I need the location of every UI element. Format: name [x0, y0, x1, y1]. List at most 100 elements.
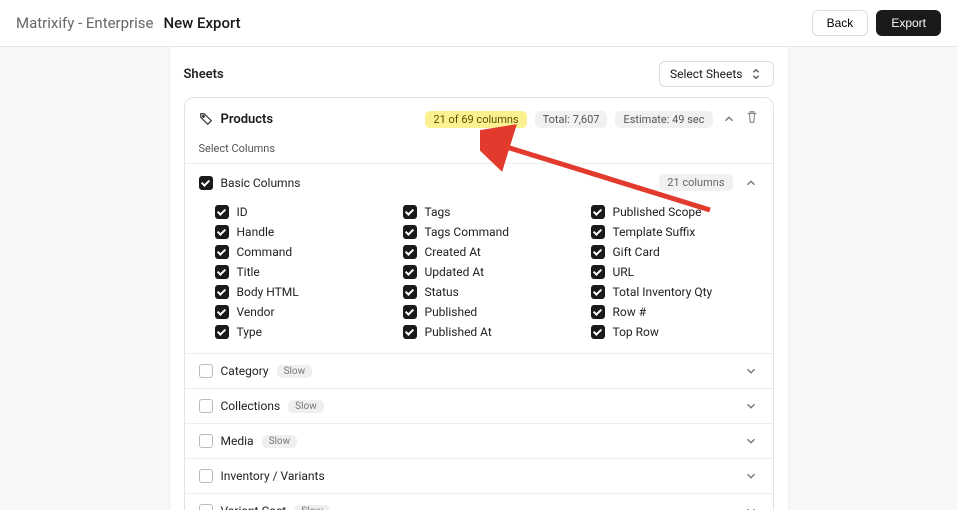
column-checkbox[interactable]: [591, 245, 605, 259]
column-label: ID: [237, 205, 248, 219]
total-badge: Total: 7,607: [535, 111, 608, 128]
section-expand[interactable]: [743, 504, 759, 510]
column-checkbox[interactable]: [403, 305, 417, 319]
top-bar: Matrixify - Enterprise New Export Back E…: [0, 0, 957, 47]
basic-columns-title: Basic Columns: [221, 176, 301, 190]
column-label: Title: [237, 265, 260, 279]
section-checkbox[interactable]: [199, 504, 213, 510]
column-label: Gift Card: [613, 245, 660, 259]
column-item[interactable]: URL: [591, 265, 759, 279]
column-checkbox[interactable]: [215, 285, 229, 299]
trash-icon: [745, 110, 759, 124]
column-item[interactable]: Status: [403, 285, 571, 299]
delete-sheet-button[interactable]: [745, 110, 759, 128]
column-label: Handle: [237, 225, 275, 239]
column-item[interactable]: Tags: [403, 205, 571, 219]
basic-columns-collapse[interactable]: [743, 176, 759, 190]
column-item[interactable]: Created At: [403, 245, 571, 259]
chevron-down-icon: [744, 434, 758, 448]
section-title: Variant Cost: [221, 504, 287, 510]
column-checkbox[interactable]: [215, 245, 229, 259]
column-item[interactable]: Body HTML: [215, 285, 383, 299]
export-button[interactable]: Export: [876, 10, 941, 36]
sheets-title: Sheets: [184, 67, 224, 82]
column-item[interactable]: Row #: [591, 305, 759, 319]
chevron-up-icon: [722, 112, 736, 126]
column-item[interactable]: Gift Card: [591, 245, 759, 259]
section-checkbox[interactable]: [199, 434, 213, 448]
column-checkbox[interactable]: [591, 285, 605, 299]
section-row[interactable]: Variant CostSlow: [185, 493, 773, 510]
section-checkbox[interactable]: [199, 399, 213, 413]
column-checkbox[interactable]: [403, 265, 417, 279]
column-checkbox[interactable]: [403, 245, 417, 259]
columns-count-badge: 21 of 69 columns: [425, 111, 526, 128]
section-expand[interactable]: [743, 469, 759, 483]
section-checkbox[interactable]: [199, 364, 213, 378]
section-title: Inventory / Variants: [221, 469, 325, 483]
column-item[interactable]: Published At: [403, 325, 571, 339]
basic-columns-section-header[interactable]: Basic Columns 21 columns: [185, 163, 773, 201]
column-item[interactable]: Type: [215, 325, 383, 339]
section-title: Category: [221, 364, 269, 378]
column-checkbox[interactable]: [591, 325, 605, 339]
column-item[interactable]: ID: [215, 205, 383, 219]
section-expand[interactable]: [743, 364, 759, 378]
section-row[interactable]: MediaSlow: [185, 423, 773, 458]
column-label: Tags Command: [425, 225, 510, 239]
column-item[interactable]: Template Suffix: [591, 225, 759, 239]
tag-icon: [199, 112, 213, 126]
select-sheets-button[interactable]: Select Sheets: [659, 61, 774, 87]
column-item[interactable]: Command: [215, 245, 383, 259]
column-item[interactable]: Total Inventory Qty: [591, 285, 759, 299]
slow-badge: Slow: [277, 365, 313, 378]
column-item[interactable]: Published Scope: [591, 205, 759, 219]
column-label: Command: [237, 245, 293, 259]
column-item[interactable]: Top Row: [591, 325, 759, 339]
column-label: Template Suffix: [613, 225, 696, 239]
column-label: URL: [613, 265, 635, 279]
section-expand[interactable]: [743, 434, 759, 448]
column-checkbox[interactable]: [215, 225, 229, 239]
page-title: New Export: [163, 14, 240, 32]
column-label: Created At: [425, 245, 481, 259]
column-checkbox[interactable]: [591, 205, 605, 219]
basic-columns-grid: ID Tags Published Scope Handle Tags Command T…: [185, 201, 773, 353]
section-row[interactable]: Inventory / Variants: [185, 458, 773, 493]
column-item[interactable]: Tags Command: [403, 225, 571, 239]
column-checkbox[interactable]: [403, 225, 417, 239]
column-item[interactable]: Published: [403, 305, 571, 319]
column-label: Type: [237, 325, 263, 339]
section-row[interactable]: CollectionsSlow: [185, 388, 773, 423]
column-checkbox[interactable]: [403, 205, 417, 219]
column-checkbox[interactable]: [403, 285, 417, 299]
basic-columns-count: 21 columns: [659, 174, 732, 191]
column-checkbox[interactable]: [591, 225, 605, 239]
back-button[interactable]: Back: [812, 10, 869, 36]
section-expand[interactable]: [743, 399, 759, 413]
column-checkbox[interactable]: [591, 305, 605, 319]
column-item[interactable]: Vendor: [215, 305, 383, 319]
column-label: Top Row: [613, 325, 659, 339]
select-sheets-label: Select Sheets: [670, 67, 743, 81]
column-checkbox[interactable]: [215, 265, 229, 279]
column-label: Body HTML: [237, 285, 299, 299]
column-item[interactable]: Title: [215, 265, 383, 279]
section-row[interactable]: Category Slow: [185, 353, 773, 388]
column-label: Published At: [425, 325, 492, 339]
column-checkbox[interactable]: [403, 325, 417, 339]
column-checkbox[interactable]: [591, 265, 605, 279]
products-panel-header: Products 21 of 69 columns Total: 7,607 E…: [185, 98, 773, 138]
chevron-down-icon: [744, 399, 758, 413]
column-checkbox[interactable]: [215, 305, 229, 319]
collapse-panel-button[interactable]: [721, 112, 737, 126]
column-checkbox[interactable]: [215, 325, 229, 339]
slow-badge: Slow: [262, 435, 298, 448]
select-columns-label: Select Columns: [185, 138, 773, 163]
column-item[interactable]: Updated At: [403, 265, 571, 279]
basic-columns-checkbox[interactable]: [199, 176, 213, 190]
column-item[interactable]: Handle: [215, 225, 383, 239]
sheets-header: Sheets Select Sheets: [184, 61, 774, 87]
section-checkbox[interactable]: [199, 469, 213, 483]
column-checkbox[interactable]: [215, 205, 229, 219]
